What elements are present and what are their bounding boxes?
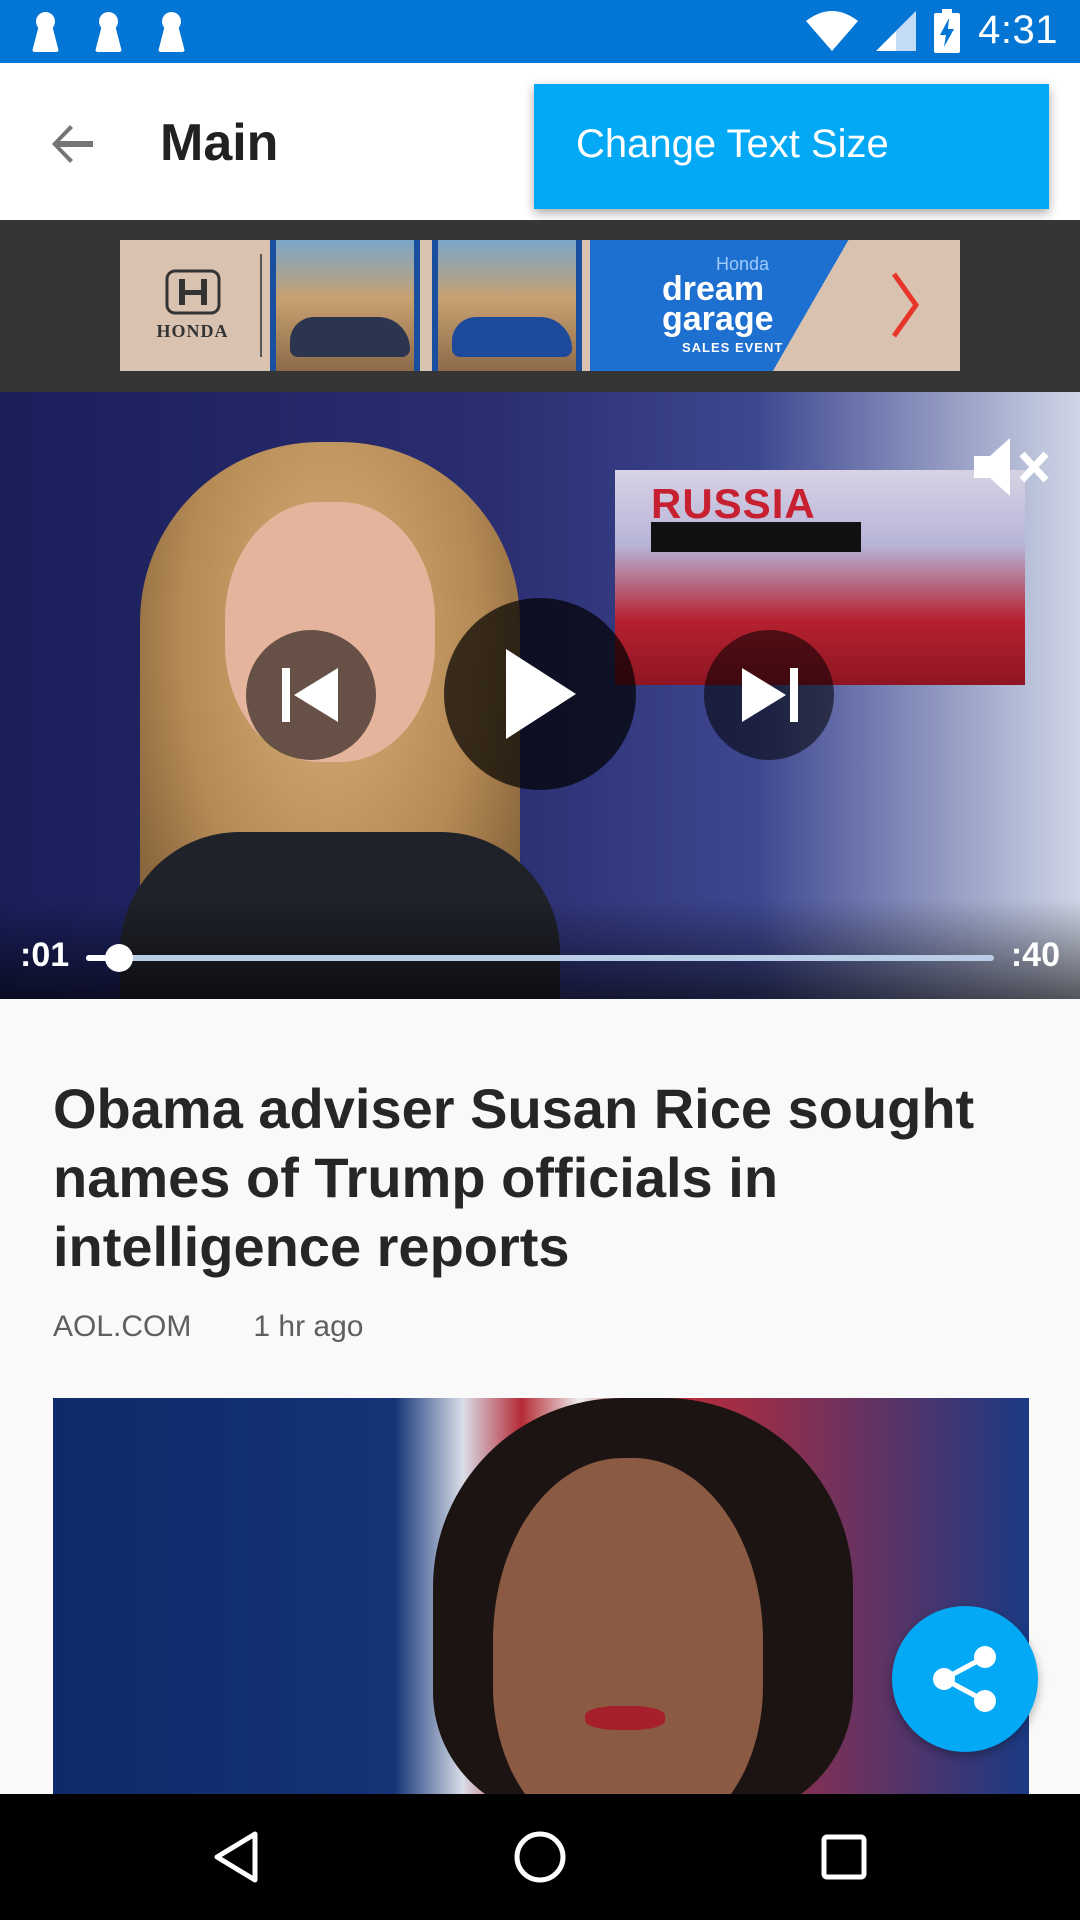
play-icon	[506, 649, 576, 739]
ad-banner[interactable]: HONDA Honda dream garage SALES EVENT	[120, 240, 960, 371]
person-icon	[32, 12, 59, 52]
skip-previous-icon	[282, 668, 338, 722]
chevron-right-icon	[891, 272, 920, 338]
video-overlay-text: RUSSIA	[651, 480, 816, 527]
page-title: Main	[160, 114, 279, 172]
ad-car-image	[432, 240, 582, 371]
seek-thumb[interactable]	[104, 944, 133, 972]
status-time: 4:31	[978, 8, 1058, 52]
article-time: 1 hr ago	[253, 1310, 364, 1343]
nav-back-button[interactable]	[201, 1822, 271, 1892]
ad-tagline: dream garage	[662, 272, 774, 338]
ad-tagline-line2: garage	[662, 300, 774, 338]
back-triangle-icon	[214, 1831, 258, 1883]
article-meta: AOL.COM 1 hr ago	[53, 1310, 363, 1344]
ad-strip: HONDA Honda dream garage SALES EVENT	[0, 220, 1080, 392]
system-nav-bar	[0, 1794, 1080, 1920]
current-time: :01	[20, 936, 70, 974]
system-icons: 4:31	[806, 8, 1058, 53]
back-button[interactable]	[38, 109, 108, 179]
notification-icons	[32, 12, 185, 52]
overflow-popup-menu: Change Text Size	[534, 84, 1049, 209]
article-headline[interactable]: Obama adviser Susan Rice sought names of…	[53, 1074, 1013, 1281]
seek-bar[interactable]	[86, 944, 994, 972]
honda-h-icon	[165, 269, 220, 315]
article-source[interactable]: AOL.COM	[53, 1310, 191, 1344]
skip-next-button[interactable]	[704, 630, 834, 760]
share-button[interactable]	[892, 1606, 1038, 1752]
share-icon	[933, 1646, 996, 1712]
ad-divider	[260, 254, 262, 357]
volume-off-icon	[974, 438, 1049, 496]
video-player[interactable]: RUSSIA :01 :40	[0, 392, 1080, 999]
wifi-icon	[806, 10, 859, 51]
recents-square-icon	[821, 1834, 867, 1880]
skip-previous-button[interactable]	[246, 630, 376, 760]
person-icon	[158, 12, 185, 52]
status-bar: 4:31	[0, 0, 1080, 63]
duration-time: :40	[1010, 936, 1060, 974]
ad-slogan: Honda dream garage SALES EVENT	[590, 240, 960, 371]
arrow-back-icon	[52, 125, 93, 163]
screen: 4:31 Main Change Text Size HONDA Honda d…	[0, 0, 1080, 1920]
honda-logo: HONDA	[120, 240, 265, 371]
mute-button[interactable]	[972, 432, 1052, 502]
signal-icon	[876, 10, 917, 51]
skip-next-icon	[742, 668, 798, 722]
home-circle-icon	[514, 1831, 566, 1883]
ad-brand: HONDA	[156, 321, 229, 341]
nav-recents-button[interactable]	[809, 1822, 879, 1892]
battery-charging-icon	[934, 8, 961, 53]
play-button[interactable]	[444, 598, 636, 790]
menu-item-change-text-size[interactable]: Change Text Size	[576, 122, 889, 167]
video-graphic: RUSSIA	[615, 470, 1025, 685]
article-photo[interactable]	[53, 1398, 1029, 1796]
ad-car-image	[270, 240, 420, 371]
person-icon	[95, 12, 122, 52]
ad-tagline-event: SALES EVENT	[682, 340, 784, 355]
nav-home-button[interactable]	[505, 1822, 575, 1892]
